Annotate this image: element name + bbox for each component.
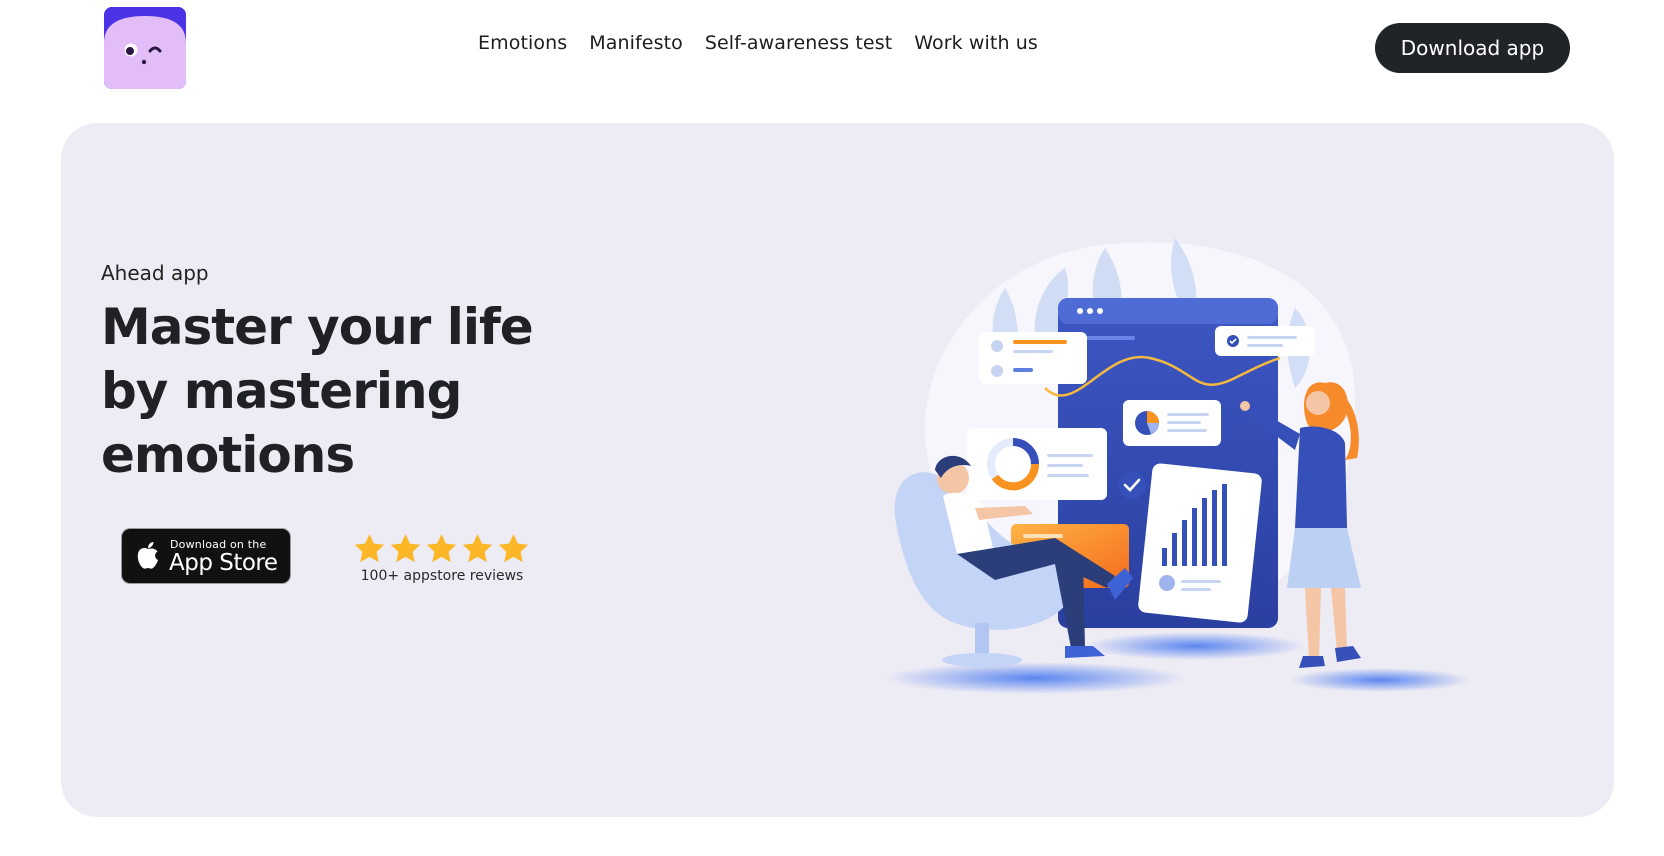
logo-face	[104, 7, 186, 89]
star-icon	[498, 534, 529, 563]
star-icon	[354, 534, 385, 563]
main-nav: Emotions Manifesto Self-awareness test W…	[478, 32, 1038, 54]
nav-work-with-us[interactable]: Work with us	[914, 32, 1038, 54]
hero-illustration	[885, 238, 1470, 694]
star-icon	[390, 534, 421, 563]
nav-manifesto[interactable]: Manifesto	[589, 32, 683, 54]
nav-self-awareness-test[interactable]: Self-awareness test	[705, 32, 892, 54]
app-store-title: App Store	[169, 550, 278, 576]
pie-chart-icon	[1135, 411, 1159, 435]
star-icon	[426, 534, 457, 563]
rating-block: 100+ appstore reviews	[352, 532, 532, 584]
star-rating	[352, 532, 532, 566]
star-icon	[462, 534, 493, 563]
hero-headline: Master your life by mastering emotions	[101, 298, 534, 484]
nav-emotions[interactable]: Emotions	[478, 32, 567, 54]
app-store-badge[interactable]: Download on the App Store	[121, 528, 291, 584]
download-app-button[interactable]: Download app	[1375, 23, 1570, 73]
apple-icon	[137, 542, 158, 569]
hero-eyebrow: Ahead app	[101, 261, 209, 285]
reviews-count: 100+ appstore reviews	[360, 568, 524, 584]
brand-logo[interactable]	[104, 7, 186, 89]
hero-section: Ahead app Master your life by mastering …	[61, 123, 1614, 817]
